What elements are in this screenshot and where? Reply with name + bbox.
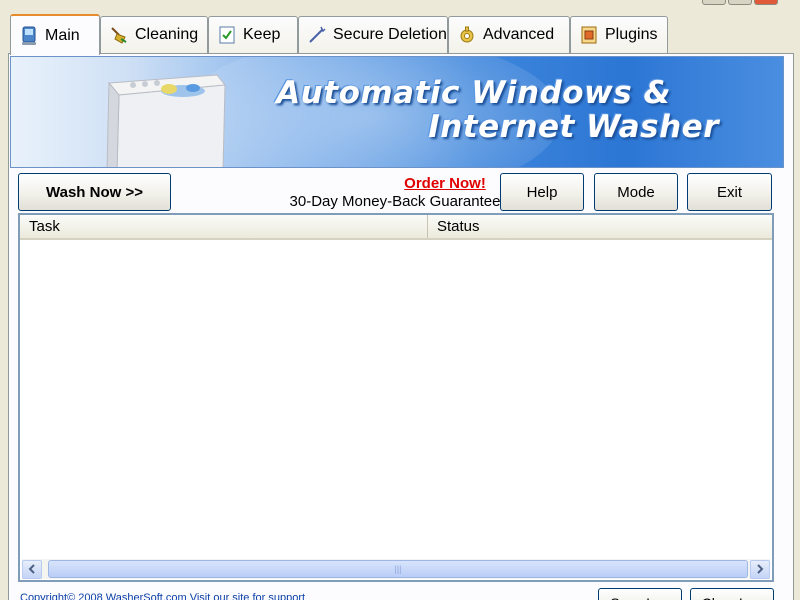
exit-button[interactable]: Exit	[687, 173, 772, 211]
minimize-button[interactable]	[702, 0, 726, 5]
gear-icon	[457, 25, 477, 45]
clear-log-button[interactable]: Clear Log	[690, 588, 774, 600]
tab-label: Main	[45, 26, 80, 44]
banner-title-line2: Internet Washer	[428, 109, 719, 145]
scroll-left-button[interactable]	[22, 559, 42, 579]
horizontal-scrollbar[interactable]: |||	[22, 559, 770, 579]
tab-label: Advanced	[483, 26, 555, 43]
help-button[interactable]: Help	[500, 173, 584, 211]
tab-label: Keep	[243, 26, 281, 43]
close-button[interactable]	[754, 0, 778, 5]
scroll-grip: |||	[394, 564, 402, 574]
column-header-status[interactable]: Status	[428, 215, 772, 238]
broom-icon	[109, 25, 129, 45]
tab-bar: Main Cleaning Keep Secure Deletion Advan…	[8, 14, 792, 55]
banner-title-line1: Automatic Windows &	[276, 75, 671, 111]
computer-icon	[19, 26, 39, 46]
scroll-right-button[interactable]	[750, 559, 770, 579]
list-header: Task Status	[20, 215, 772, 240]
tab-cleaning[interactable]: Cleaning	[100, 16, 208, 53]
tab-label: Plugins	[605, 26, 658, 43]
chevron-right-icon	[757, 564, 764, 574]
order-now-link[interactable]: Order Now!	[404, 175, 486, 192]
tab-secure-deletion[interactable]: Secure Deletion	[298, 16, 448, 53]
tab-label: Secure Deletion	[333, 26, 447, 43]
save-log-button[interactable]: Save Log	[598, 588, 682, 600]
product-banner: Automatic Windows & Internet Washer	[10, 56, 784, 168]
tab-label: Cleaning	[135, 26, 199, 43]
chevron-left-icon	[28, 564, 35, 574]
washing-machine-image	[106, 74, 226, 167]
copyright-link[interactable]: Copyright© 2008 WasherSoft.com Visit our…	[20, 592, 305, 600]
task-log-list[interactable]: Task Status |||	[18, 213, 774, 582]
tab-advanced[interactable]: Advanced	[448, 16, 570, 53]
mode-button[interactable]: Mode	[594, 173, 678, 211]
tab-main[interactable]: Main	[10, 14, 100, 55]
wash-now-button[interactable]: Wash Now >>	[18, 173, 171, 211]
scroll-thumb[interactable]: |||	[48, 560, 748, 578]
tab-keep[interactable]: Keep	[208, 16, 298, 53]
maximize-button[interactable]	[728, 0, 752, 5]
wand-icon	[307, 25, 327, 45]
plugin-icon	[579, 25, 599, 45]
checklist-icon	[217, 25, 237, 45]
column-header-task[interactable]: Task	[20, 215, 428, 238]
tab-plugins[interactable]: Plugins	[570, 16, 668, 53]
window-title-bar	[0, 0, 800, 8]
